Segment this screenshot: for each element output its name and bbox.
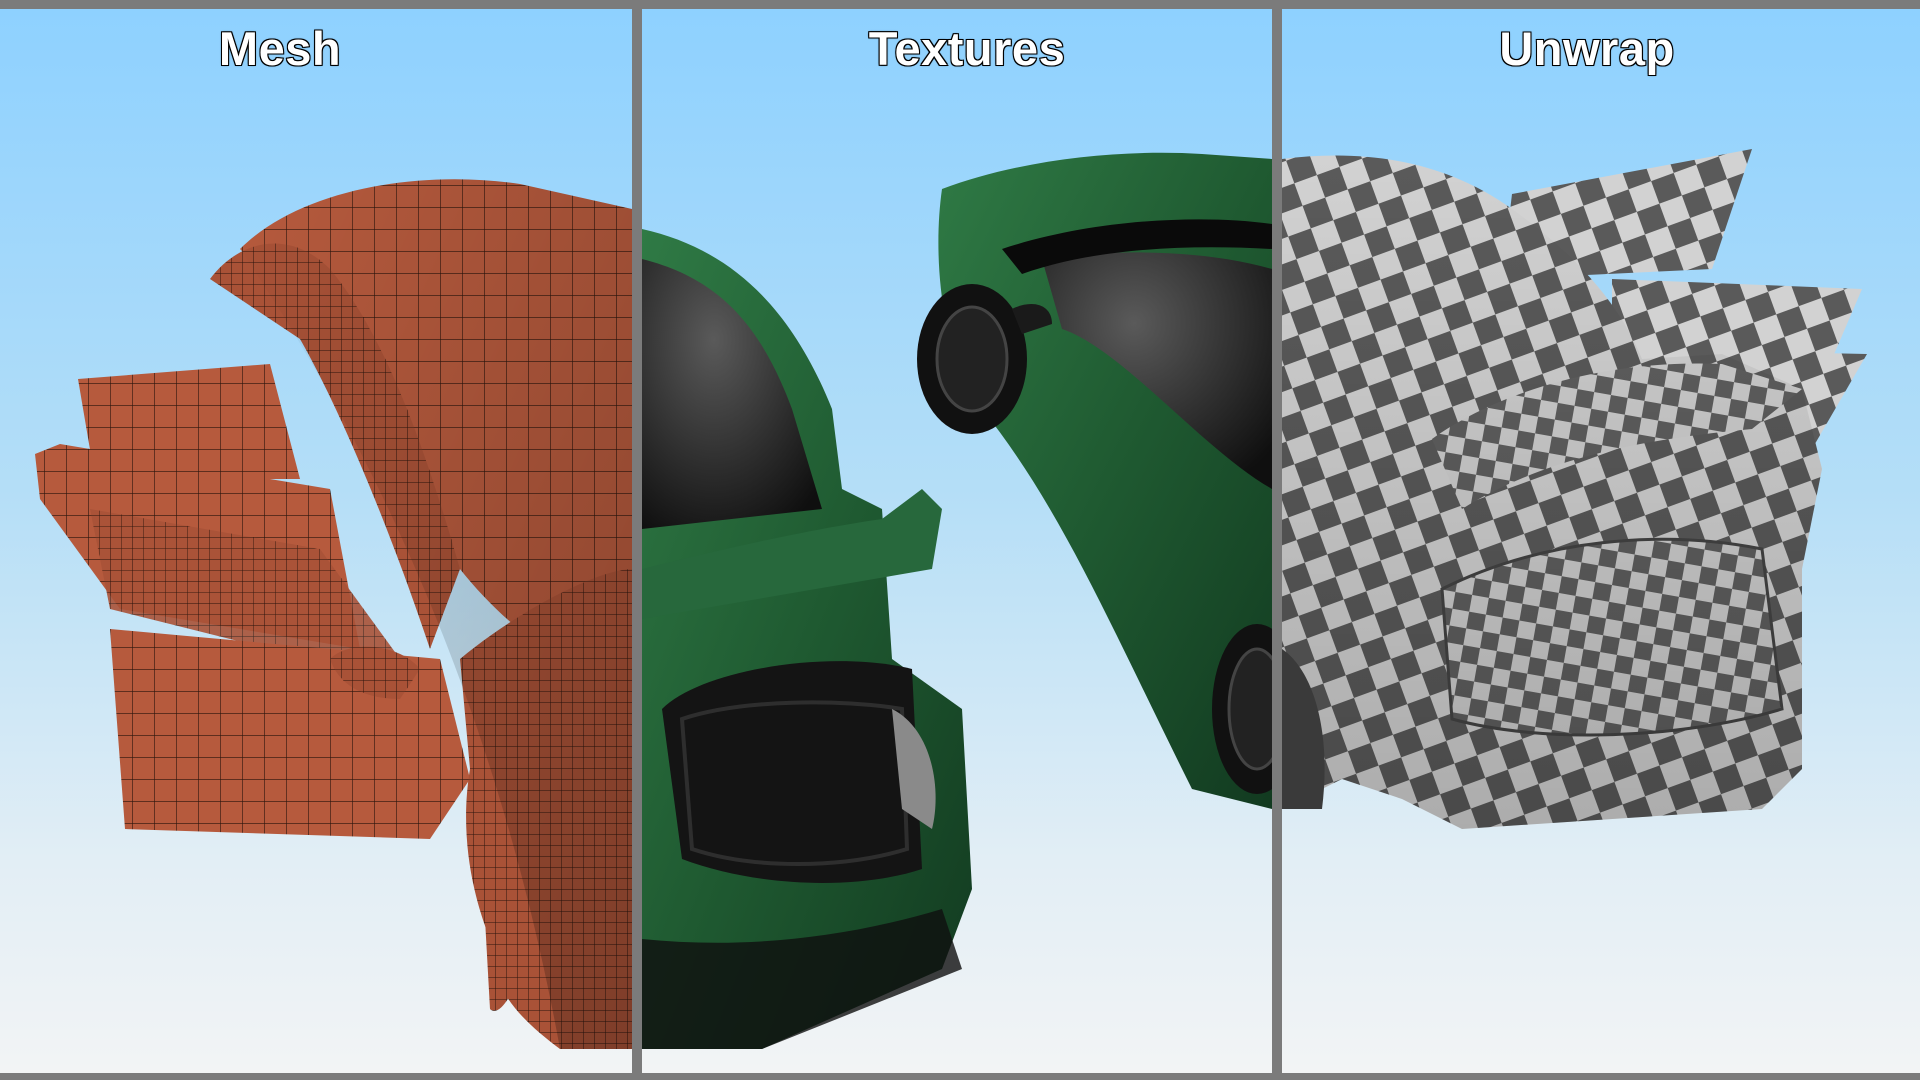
car-left-frunk — [662, 661, 922, 883]
panel-title-mesh: Mesh — [218, 21, 342, 76]
textures-render — [642, 152, 1272, 1049]
mesh-render — [35, 179, 632, 1049]
panel-title-unwrap: Unwrap — [1498, 21, 1675, 76]
panel-unwrap: Unwrap — [1282, 9, 1920, 1073]
mesh-door-bottom — [110, 629, 470, 839]
unwrap-render — [1282, 149, 1867, 829]
comparison-frame: Mesh Textures Unwrap — [0, 0, 1920, 1080]
panel-title-textures: Textures — [868, 21, 1066, 76]
unwrap-door-2 — [1612, 279, 1862, 359]
panel-textures: Textures — [642, 9, 1272, 1073]
panel-mesh: Mesh — [0, 9, 632, 1073]
